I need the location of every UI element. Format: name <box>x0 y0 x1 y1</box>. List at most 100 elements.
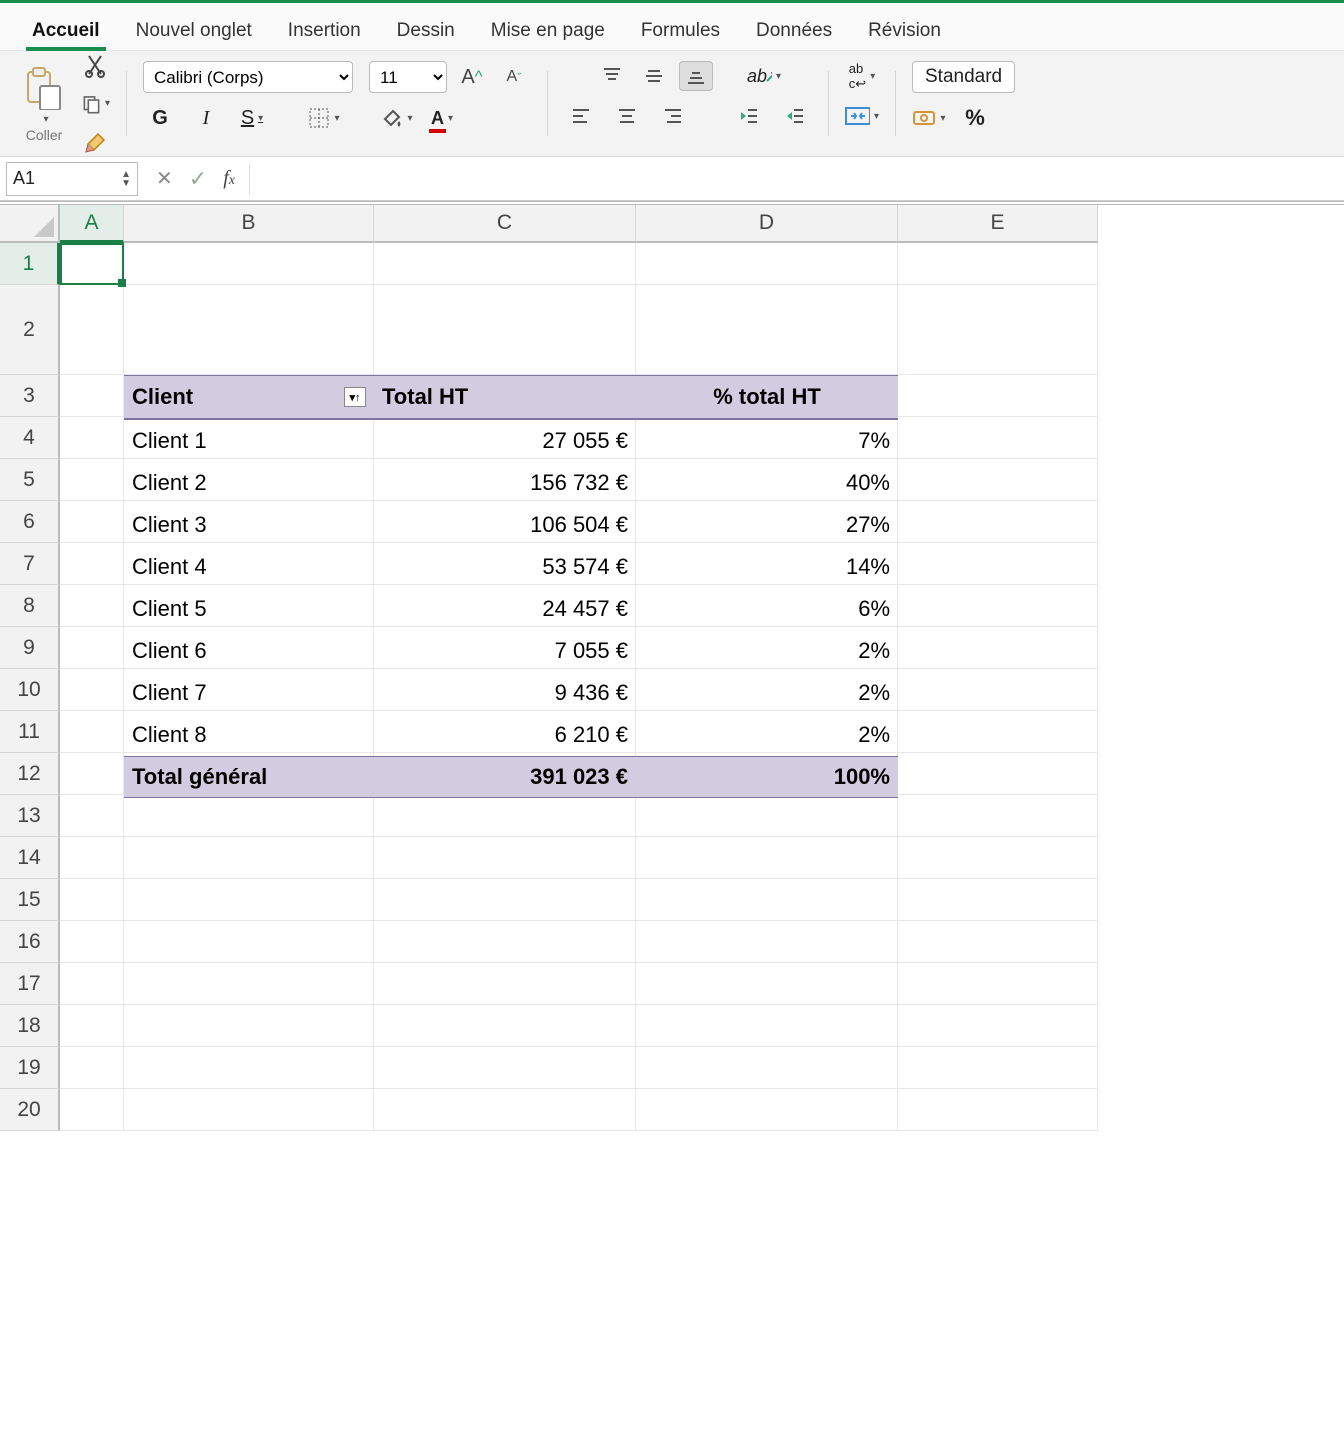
tab-mise-en-page[interactable]: Mise en page <box>473 10 623 50</box>
cell-C1[interactable] <box>374 243 636 285</box>
row-header-13[interactable]: 13 <box>0 795 60 837</box>
pivot-row[interactable]: Client 79 436 €2% <box>124 672 898 714</box>
number-format-select[interactable]: Standard <box>912 61 1015 93</box>
pivot-filter-icon[interactable]: ▾↑ <box>344 387 366 407</box>
cell-E6[interactable] <box>898 501 1098 543</box>
align-top-icon[interactable] <box>595 61 629 91</box>
align-left-icon[interactable] <box>564 101 598 131</box>
cell-D15[interactable] <box>636 879 898 921</box>
cell-C15[interactable] <box>374 879 636 921</box>
cell-A5[interactable] <box>60 459 124 501</box>
cell-B2[interactable] <box>124 285 374 375</box>
cell-A11[interactable] <box>60 711 124 753</box>
row-header-2[interactable]: 2 <box>0 285 60 375</box>
col-header-E[interactable]: E <box>898 205 1098 243</box>
font-color-icon[interactable]: A ▾ <box>425 103 459 133</box>
cell-E17[interactable] <box>898 963 1098 1005</box>
cell-B18[interactable] <box>124 1005 374 1047</box>
cell-E8[interactable] <box>898 585 1098 627</box>
pivot-row[interactable]: Client 524 457 €6% <box>124 588 898 630</box>
cell-E10[interactable] <box>898 669 1098 711</box>
cell-D19[interactable] <box>636 1047 898 1089</box>
col-header-C[interactable]: C <box>374 205 636 243</box>
pivot-row[interactable]: Client 453 574 €14% <box>124 546 898 588</box>
cell-D2[interactable] <box>636 285 898 375</box>
pivot-row[interactable]: Client 127 055 €7% <box>124 420 898 462</box>
cell-B19[interactable] <box>124 1047 374 1089</box>
name-box[interactable]: A1 ▲▼ <box>6 162 138 196</box>
cell-B15[interactable] <box>124 879 374 921</box>
cell-A4[interactable] <box>60 417 124 459</box>
decrease-indent-icon[interactable] <box>732 101 766 131</box>
pivot-table[interactable]: Client ▾↑ Total HT % total HT Client 127… <box>124 375 898 798</box>
cell-A14[interactable] <box>60 837 124 879</box>
cell-B17[interactable] <box>124 963 374 1005</box>
cell-C16[interactable] <box>374 921 636 963</box>
cell-A8[interactable] <box>60 585 124 627</box>
cell-B20[interactable] <box>124 1089 374 1131</box>
cell-E20[interactable] <box>898 1089 1098 1131</box>
align-right-icon[interactable] <box>656 101 690 131</box>
cell-E15[interactable] <box>898 879 1098 921</box>
cell-D1[interactable] <box>636 243 898 285</box>
cell-A6[interactable] <box>60 501 124 543</box>
row-header-15[interactable]: 15 <box>0 879 60 921</box>
cell-C20[interactable] <box>374 1089 636 1131</box>
format-painter-icon[interactable] <box>82 128 110 156</box>
cell-E3[interactable] <box>898 375 1098 417</box>
font-name-select[interactable]: Calibri (Corps) <box>143 61 353 93</box>
row-header-8[interactable]: 8 <box>0 585 60 627</box>
row-header-17[interactable]: 17 <box>0 963 60 1005</box>
tab-nouvel-onglet[interactable]: Nouvel onglet <box>118 10 270 50</box>
col-header-D[interactable]: D <box>636 205 898 243</box>
row-header-18[interactable]: 18 <box>0 1005 60 1047</box>
cell-D14[interactable] <box>636 837 898 879</box>
confirm-formula-icon[interactable]: ✓ <box>189 166 207 192</box>
cell-E2[interactable] <box>898 285 1098 375</box>
cell-E4[interactable] <box>898 417 1098 459</box>
cell-D17[interactable] <box>636 963 898 1005</box>
cell-A10[interactable] <box>60 669 124 711</box>
underline-button[interactable]: S▾ <box>235 103 269 133</box>
cell-A16[interactable] <box>60 921 124 963</box>
cell-A17[interactable] <box>60 963 124 1005</box>
cell-E13[interactable] <box>898 795 1098 837</box>
cell-D16[interactable] <box>636 921 898 963</box>
tab-accueil[interactable]: Accueil <box>14 10 118 50</box>
tab-revision[interactable]: Révision <box>850 10 959 50</box>
cell-E19[interactable] <box>898 1047 1098 1089</box>
align-bottom-icon[interactable] <box>679 61 713 91</box>
cell-B14[interactable] <box>124 837 374 879</box>
cell-D20[interactable] <box>636 1089 898 1131</box>
cell-C14[interactable] <box>374 837 636 879</box>
cell-E18[interactable] <box>898 1005 1098 1047</box>
currency-icon[interactable]: ▾ <box>912 103 946 133</box>
tab-dessin[interactable]: Dessin <box>379 10 473 50</box>
tab-donnees[interactable]: Données <box>738 10 850 50</box>
cell-E5[interactable] <box>898 459 1098 501</box>
row-header-5[interactable]: 5 <box>0 459 60 501</box>
cell-E7[interactable] <box>898 543 1098 585</box>
percent-icon[interactable]: % <box>958 103 992 133</box>
row-header-7[interactable]: 7 <box>0 543 60 585</box>
increase-indent-icon[interactable] <box>778 101 812 131</box>
align-middle-icon[interactable] <box>637 61 671 91</box>
cancel-formula-icon[interactable]: ✕ <box>156 166 173 191</box>
row-header-16[interactable]: 16 <box>0 921 60 963</box>
row-header-12[interactable]: 12 <box>0 753 60 795</box>
formula-input[interactable] <box>249 164 1344 194</box>
name-box-spinner[interactable]: ▲▼ <box>121 170 131 188</box>
row-header-14[interactable]: 14 <box>0 837 60 879</box>
col-header-A[interactable]: A <box>60 205 124 243</box>
col-header-B[interactable]: B <box>124 205 374 243</box>
row-header-11[interactable]: 11 <box>0 711 60 753</box>
cell-C17[interactable] <box>374 963 636 1005</box>
cell-D18[interactable] <box>636 1005 898 1047</box>
orientation-icon[interactable]: ab▾ <box>747 61 781 91</box>
row-header-4[interactable]: 4 <box>0 417 60 459</box>
cell-A2[interactable] <box>60 285 124 375</box>
cell-E16[interactable] <box>898 921 1098 963</box>
chevron-down-icon[interactable]: ▾ <box>43 114 48 125</box>
cell-A19[interactable] <box>60 1047 124 1089</box>
cell-A20[interactable] <box>60 1089 124 1131</box>
